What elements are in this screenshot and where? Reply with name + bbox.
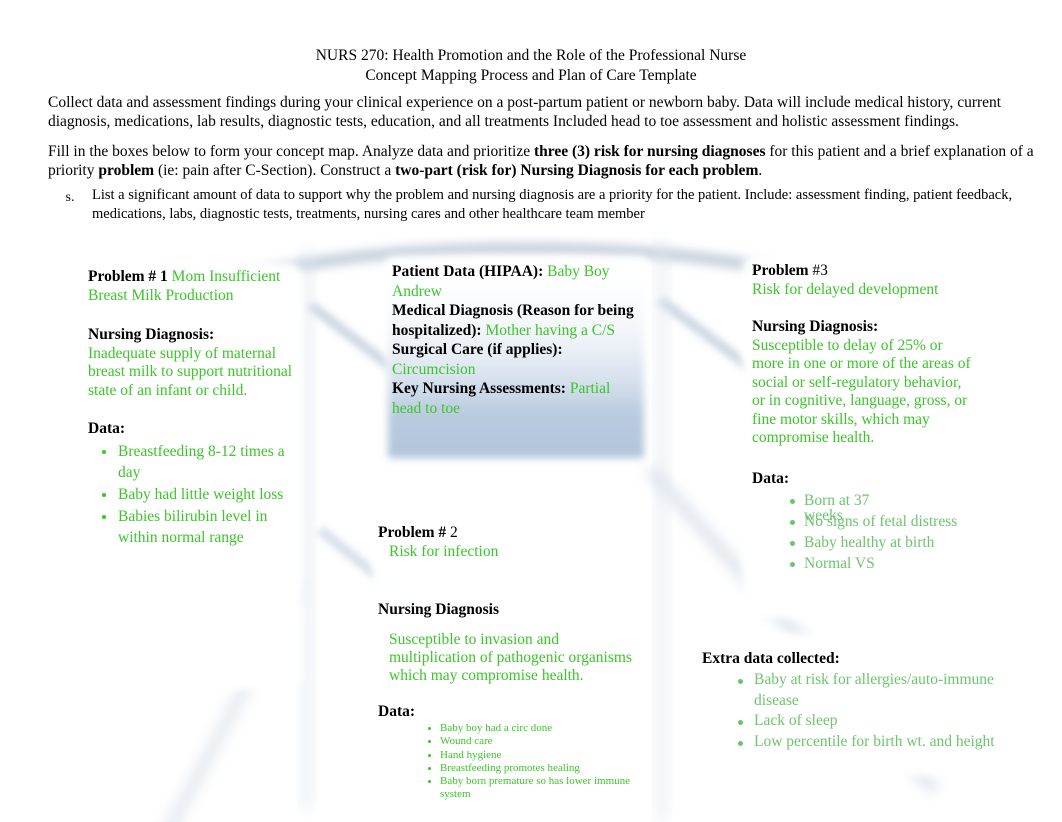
problem-1-diagnosis: Nursing Diagnosis: Inadequate supply of …	[88, 326, 303, 400]
p2-bold-2: problem	[98, 162, 155, 179]
problem-3-diagnosis-label: Nursing Diagnosis:	[752, 318, 879, 335]
patient-surgical-value: Circumcision	[392, 360, 476, 378]
problem-2-label: Problem #	[378, 524, 451, 541]
patient-medical-dx-value: Mother having a C/S	[485, 321, 616, 339]
problem-3-text: Risk for delayed development	[752, 280, 939, 298]
list-item: Breastfeeding 8-12 times a day	[102, 441, 303, 483]
problem-3-number: #3	[812, 262, 828, 279]
instruction-list-item: s. List a significant amount of data to …	[48, 186, 1046, 224]
list-item: Baby healthy at birth	[790, 532, 977, 553]
patient-assessments-row: Key Nursing Assessments: Partial head to…	[392, 379, 642, 418]
p2-seg-4: .	[758, 162, 763, 179]
list-item: Low percentile for birth wt. and height	[738, 732, 1012, 753]
problem-3-diagnosis-text: Susceptible to delay of 25% or more in o…	[752, 336, 971, 447]
extra-data-label: Extra data collected:	[702, 650, 840, 667]
document-header: NURS 270: Health Promotion and the Role …	[0, 0, 1062, 224]
list-item: Babies bilirubin level in within normal …	[102, 506, 303, 548]
problem-2-data-label: Data:	[378, 703, 416, 720]
list-item: Wound care	[428, 735, 638, 748]
instruction-paragraph-1: Collect data and assessment findings dur…	[48, 94, 1002, 130]
p2-bold-3: two-part (risk for) Nursing Diagnosis fo…	[395, 162, 759, 179]
patient-assessments-label: Key Nursing Assessments:	[392, 380, 566, 397]
list-item: Lack of sleep	[738, 711, 1012, 732]
list-item: Baby born premature so has lower immune …	[428, 775, 638, 802]
problem-3-box[interactable]: Problem #3 Risk for delayed development …	[752, 262, 977, 574]
patient-surgical-label: Surgical Care (if applies):	[392, 341, 563, 358]
list-item: Normal VS	[790, 553, 977, 574]
problem-3-diagnosis: Nursing Diagnosis: Susceptible to delay …	[752, 318, 977, 448]
problem-3-data-list: Born at 37 weeks No signs of fetal distr…	[752, 490, 977, 574]
problem-3-data-label: Data:	[752, 469, 790, 487]
patient-medical-dx-row: Medical Diagnosis (Reason for being hosp…	[392, 301, 642, 340]
list-item: Born at 37 weeks	[790, 490, 977, 524]
problem-1-box[interactable]: Problem # 1 Mom Insufficient Breast Milk…	[88, 268, 303, 549]
list-item: Hand hygiene	[428, 749, 638, 762]
problem-2-box[interactable]: Problem # 2 Risk for infection Nursing D…	[378, 523, 638, 802]
problem-2-heading: Problem # 2	[378, 523, 638, 542]
list-item-text: List a significant amount of data to sup…	[92, 187, 1013, 222]
list-marker: s.	[65, 190, 75, 205]
list-item: Baby had little weight loss	[102, 484, 303, 505]
list-item: Baby at risk for allergies/auto-immune d…	[738, 670, 1012, 711]
extra-data-list: Baby at risk for allergies/auto-immune d…	[702, 670, 1012, 752]
problem-1-diagnosis-label: Nursing Diagnosis:	[88, 326, 215, 343]
p2-bold-1: three (3) risk for nursing diagnoses	[533, 143, 766, 160]
list-item: No signs of fetal distress	[790, 511, 977, 532]
problem-1-owner: Mom	[171, 268, 206, 285]
problem-2-diagnosis-label: Nursing Diagnosis	[378, 601, 500, 618]
patient-data-box[interactable]: Patient Data (HIPAA): Baby Boy Andrew Me…	[392, 262, 642, 418]
problem-1-data-list: Breastfeeding 8-12 times a day Baby had …	[88, 441, 303, 548]
p2-seg-1: Fill in the boxes below to form your con…	[48, 143, 534, 160]
patient-surgical-row: Surgical Care (if applies): Circumcision	[392, 340, 642, 379]
problem-3-label: Problem	[752, 262, 813, 279]
problem-2-number: 2	[450, 524, 458, 541]
problem-2-diagnosis-text: Susceptible to invasion and multiplicati…	[389, 631, 632, 684]
list-item: Breastfeeding promotes healing	[428, 762, 638, 775]
problem-1-heading: Problem # 1 Mom Insufficient Breast Milk…	[88, 268, 303, 305]
patient-hipaa-label: Patient Data (HIPAA):	[392, 263, 544, 280]
document-subtitle: Concept Mapping Process and Plan of Care…	[365, 67, 697, 84]
extra-data-box[interactable]: Extra data collected: Baby at risk for a…	[702, 650, 1012, 752]
problem-3-heading: Problem #3 Risk for delayed development	[752, 262, 977, 299]
problem-1-diagnosis-text: Inadequate supply of maternal breast mil…	[88, 344, 293, 399]
p2-seg-3: (ie: pain after C-Section). Construct a	[154, 162, 396, 179]
instruction-paragraph-2: Fill in the boxes below to form your con…	[48, 142, 1046, 180]
problem-2-data-list: Baby boy had a circ done Wound care Hand…	[378, 722, 638, 802]
course-title: NURS 270: Health Promotion and the Role …	[315, 47, 747, 64]
problem-1-data-label: Data:	[88, 420, 126, 437]
problem-2-text: Risk for infection	[389, 543, 499, 560]
patient-hipaa-row: Patient Data (HIPAA): Baby Boy Andrew	[392, 262, 642, 301]
list-item: Baby boy had a circ done	[428, 722, 638, 735]
problem-1-label: Problem # 1	[88, 268, 168, 285]
